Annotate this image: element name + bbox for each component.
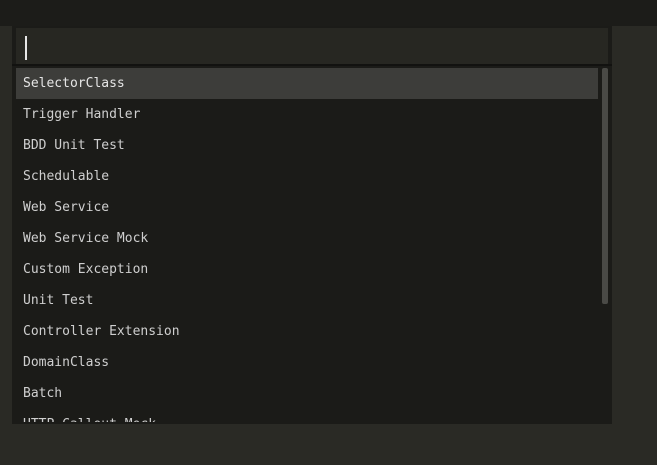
- list-item[interactable]: SelectorClass: [16, 68, 598, 99]
- list-item[interactable]: Web Service: [16, 192, 598, 223]
- scrollbar-thumb[interactable]: [602, 68, 608, 304]
- results-list: SelectorClass Trigger Handler BDD Unit T…: [16, 68, 598, 422]
- text-caret: [25, 36, 27, 60]
- scrollbar[interactable]: [601, 68, 609, 422]
- list-item[interactable]: Custom Exception: [16, 254, 598, 285]
- command-palette: SelectorClass Trigger Handler BDD Unit T…: [12, 26, 612, 424]
- search-input[interactable]: [16, 28, 608, 64]
- title-bar: [0, 0, 657, 26]
- list-item[interactable]: Web Service Mock: [16, 223, 598, 254]
- list-item[interactable]: DomainClass: [16, 347, 598, 378]
- list-item[interactable]: Batch: [16, 378, 598, 409]
- list-item[interactable]: Controller Extension: [16, 316, 598, 347]
- list-item[interactable]: Unit Test: [16, 285, 598, 316]
- divider: [12, 64, 612, 66]
- list-item[interactable]: Trigger Handler: [16, 99, 598, 130]
- list-item[interactable]: HTTP Callout Mock: [16, 409, 598, 422]
- list-item[interactable]: Schedulable: [16, 161, 598, 192]
- list-item[interactable]: BDD Unit Test: [16, 130, 598, 161]
